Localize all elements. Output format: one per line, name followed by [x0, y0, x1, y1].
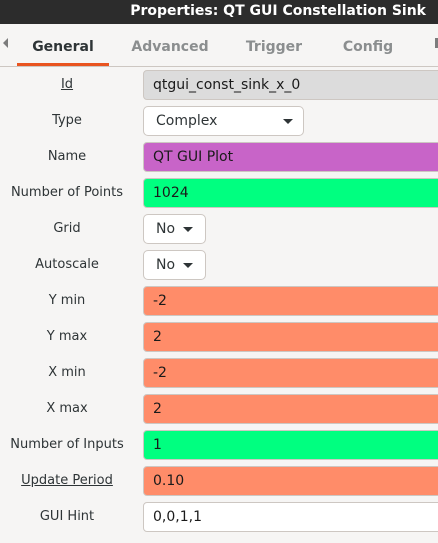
gui-hint-label: GUI Hint	[39, 509, 95, 524]
grid-dropdown-value: No	[156, 221, 176, 237]
chevron-down-icon	[183, 227, 193, 232]
number-of-inputs-field[interactable]: 1	[143, 430, 438, 460]
tab-general[interactable]: General	[17, 24, 109, 66]
tab-trigger[interactable]: Trigger	[228, 24, 320, 66]
row-x-min: X min -2	[0, 355, 438, 391]
id-label: Id	[60, 77, 74, 92]
row-y-max: Y max 2	[0, 319, 438, 355]
type-label: Type	[52, 113, 82, 128]
grid-dropdown[interactable]: No	[143, 214, 206, 244]
y-min-field[interactable]: -2	[143, 286, 438, 316]
window-title: Properties: QT GUI Constellation Sink	[130, 3, 426, 19]
x-min-label: X min	[48, 365, 86, 380]
number-of-inputs-label: Number of Inputs	[10, 437, 124, 452]
row-number-of-inputs: Number of Inputs 1	[0, 427, 438, 463]
update-period-label: Update Period	[21, 473, 113, 488]
row-id: Id qtgui_const_sink_x_0	[0, 67, 438, 103]
row-number-of-points: Number of Points 1024	[0, 175, 438, 211]
row-update-period: Update Period 0.10	[0, 463, 438, 499]
grid-label: Grid	[53, 221, 81, 236]
id-field[interactable]: qtgui_const_sink_x_0	[143, 70, 438, 100]
gui-hint-field[interactable]: 0,0,1,1	[143, 502, 438, 532]
title-bar: Properties: QT GUI Constellation Sink	[0, 0, 438, 24]
type-dropdown[interactable]: Complex	[143, 106, 304, 136]
row-y-min: Y min -2	[0, 283, 438, 319]
row-type: Type Complex	[0, 103, 438, 139]
tab-advanced[interactable]: Advanced	[124, 24, 216, 66]
chevron-down-icon	[183, 263, 193, 268]
autoscale-label: Autoscale	[35, 257, 99, 272]
x-min-field[interactable]: -2	[143, 358, 438, 388]
update-period-field[interactable]: 0.10	[143, 466, 438, 496]
tab-bar: General Advanced Trigger Config	[0, 24, 438, 67]
row-grid: Grid No	[0, 211, 438, 247]
x-max-field[interactable]: 2	[143, 394, 438, 424]
x-max-label: X max	[46, 401, 88, 416]
number-of-points-field[interactable]: 1024	[143, 178, 438, 208]
row-gui-hint: GUI Hint 0,0,1,1	[0, 499, 438, 535]
scroll-left-icon[interactable]	[3, 38, 8, 48]
y-max-field[interactable]: 2	[143, 322, 438, 352]
autoscale-dropdown-value: No	[156, 257, 176, 273]
name-label: Name	[47, 149, 87, 164]
chevron-down-icon	[283, 119, 293, 124]
row-autoscale: Autoscale No	[0, 247, 438, 283]
y-max-label: Y max	[46, 329, 88, 344]
number-of-points-label: Number of Points	[10, 185, 124, 200]
name-field[interactable]: QT GUI Plot	[143, 142, 438, 172]
row-x-max: X max 2	[0, 391, 438, 427]
y-min-label: Y min	[48, 293, 86, 308]
row-name: Name QT GUI Plot	[0, 139, 438, 175]
type-dropdown-value: Complex	[156, 113, 218, 129]
autoscale-dropdown[interactable]: No	[143, 250, 206, 280]
tab-config[interactable]: Config	[322, 24, 414, 66]
